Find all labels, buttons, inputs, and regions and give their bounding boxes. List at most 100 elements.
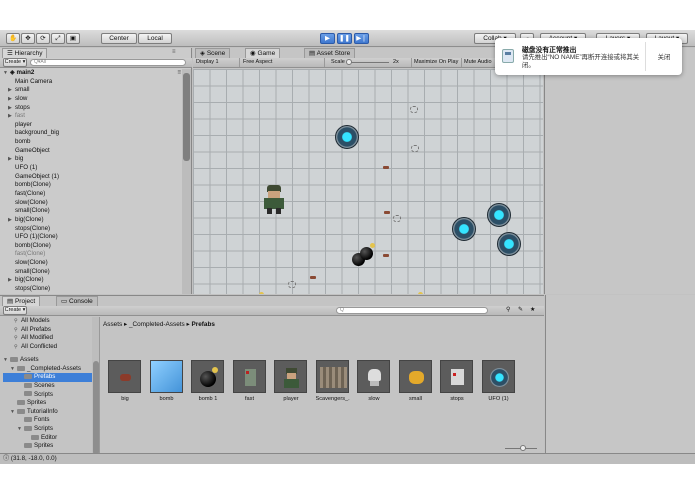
folder-item[interactable]: ▼ Assets	[3, 356, 95, 365]
hierarchy-item[interactable]: Main Camera	[3, 78, 181, 87]
hierarchy-item[interactable]: background_big	[3, 129, 181, 138]
folder-item[interactable]: ▼ Scripts	[3, 425, 95, 434]
thumbnail-size-slider[interactable]	[505, 445, 537, 451]
hierarchy-item[interactable]: ▶ big	[3, 155, 181, 164]
step-button[interactable]: ▶❘	[354, 33, 369, 44]
breadcrumb-assets[interactable]: Assets	[103, 321, 122, 328]
hierarchy-item[interactable]: ▶ small	[3, 86, 181, 95]
tab-project[interactable]: ▤ Project	[2, 296, 41, 306]
aspect-dropdown[interactable]: Free Aspect	[243, 58, 325, 67]
hierarchy-item[interactable]: UFO (1)	[3, 164, 181, 173]
tree-scrollbar-track[interactable]	[92, 317, 99, 454]
hierarchy-item[interactable]: ▶ big(Clone)	[3, 276, 181, 285]
hierarchy-item[interactable]: fast(Clone)	[3, 190, 181, 199]
folder-item[interactable]: Scripts	[3, 391, 95, 400]
tab-asset-store[interactable]: ▤ Asset Store	[304, 48, 356, 58]
folder-item[interactable]: Editor	[3, 434, 95, 443]
game-canvas[interactable]	[193, 69, 543, 294]
play-button[interactable]: ▶	[320, 33, 335, 44]
folder-item[interactable]: Sprites	[3, 442, 95, 451]
tab-hierarchy[interactable]: ☰ Hierarchy	[2, 48, 48, 58]
hierarchy-item[interactable]: fast(Clone)	[3, 250, 181, 259]
expand-arrow-icon[interactable]: ▼	[10, 365, 17, 374]
filter-type-icon[interactable]: ⚲	[506, 306, 510, 313]
maximize-on-play-toggle[interactable]: Maximize On Play	[411, 58, 461, 67]
project-create-button[interactable]: Create ▾	[3, 306, 27, 315]
hierarchy-scrollbar-thumb[interactable]	[183, 73, 190, 161]
hierarchy-item[interactable]: small(Clone)	[3, 207, 181, 216]
asset-item[interactable]: fast	[232, 360, 267, 402]
scale-slider[interactable]	[346, 59, 389, 65]
panel-menu-icon[interactable]: ≡	[172, 49, 176, 55]
expand-arrow-icon[interactable]: ▶	[8, 216, 15, 225]
asset-item[interactable]: big	[108, 360, 142, 402]
folder-item[interactable]: ▼ _Completed-Assets	[3, 365, 95, 374]
asset-item[interactable]: slow	[357, 360, 391, 402]
rotate-tool-icon[interactable]: ⟳	[36, 33, 50, 44]
expand-arrow-icon[interactable]: ▶	[8, 276, 15, 285]
asset-item[interactable]: UFO (1)	[481, 360, 516, 402]
favorite-item[interactable]: ⚲ All Conflicted	[14, 343, 98, 352]
asset-item[interactable]: small	[398, 360, 433, 402]
hand-tool-icon[interactable]: ✋	[6, 33, 20, 44]
folder-item[interactable]: ▼ TutorialInfo	[3, 408, 95, 417]
scene-row[interactable]: ▼ ◈ main2 ≡	[3, 69, 181, 78]
expand-arrow-icon[interactable]: ▼	[17, 425, 24, 434]
tree-scrollbar-thumb[interactable]	[93, 361, 99, 454]
favorite-star-icon[interactable]: ★	[530, 306, 535, 313]
favorite-item[interactable]: ⚲ All Modified	[14, 334, 98, 343]
move-tool-icon[interactable]: ✥	[21, 33, 35, 44]
folder-item[interactable]: Sprites	[3, 399, 95, 408]
favorite-item[interactable]: ⚲ All Prefabs	[14, 326, 98, 335]
expand-arrow-icon[interactable]: ▼	[3, 356, 10, 365]
rect-tool-icon[interactable]: ▣	[66, 33, 80, 44]
asset-item[interactable]: Scavengers_...	[315, 360, 350, 402]
hierarchy-item[interactable]: bomb	[3, 138, 181, 147]
display-dropdown[interactable]: Display 1	[196, 58, 240, 67]
expand-arrow-icon[interactable]: ▼	[10, 408, 17, 417]
hierarchy-search-input[interactable]: Q▾All	[30, 59, 186, 66]
tab-game[interactable]: ◉ Game	[245, 48, 281, 58]
hierarchy-item[interactable]: ▶ big(Clone)	[3, 216, 181, 225]
hierarchy-item[interactable]: player	[3, 121, 181, 130]
filter-label-icon[interactable]: ✎	[518, 306, 523, 313]
expand-arrow-icon[interactable]: ▶	[8, 86, 15, 95]
breadcrumb-completed-assets[interactable]: _Completed-Assets	[129, 321, 185, 328]
expand-arrow-icon[interactable]: ▶	[8, 95, 15, 104]
folder-item[interactable]: Prefabs	[3, 373, 95, 382]
favorite-item[interactable]: ⚲ All Models	[14, 317, 98, 326]
expand-arrow-icon[interactable]: ▶	[8, 155, 15, 164]
hierarchy-item[interactable]: stops(Clone)	[3, 225, 181, 234]
project-search-input[interactable]: Q	[336, 307, 488, 314]
hierarchy-item[interactable]: slow(Clone)	[3, 199, 181, 208]
thumbnail-size-handle[interactable]	[520, 445, 526, 451]
scale-slider-handle[interactable]	[346, 59, 352, 65]
hierarchy-item[interactable]: stops(Clone)	[3, 285, 181, 294]
breadcrumb-prefabs[interactable]: Prefabs	[191, 321, 214, 328]
disk-notification[interactable]: 磁盘没有正常推出 请先推出“NO NAME”再断开连接或将其关闭。 关闭	[495, 38, 682, 75]
hierarchy-item[interactable]: bomb(Clone)	[3, 242, 181, 251]
folder-item[interactable]: Fonts	[3, 416, 95, 425]
pivot-center-button[interactable]: Center	[101, 33, 137, 44]
hierarchy-item[interactable]: UFO (1)(Clone)	[3, 233, 181, 242]
hierarchy-item[interactable]: GameObject (1)	[3, 173, 181, 182]
hierarchy-create-button[interactable]: Create ▾	[3, 58, 27, 67]
asset-item[interactable]: stops	[440, 360, 474, 402]
notification-close-button[interactable]: 关闭	[646, 52, 682, 61]
tab-scene[interactable]: ◈ Scene	[195, 48, 231, 58]
pivot-local-button[interactable]: Local	[138, 33, 172, 44]
hierarchy-item[interactable]: ▶ slow	[3, 95, 181, 104]
asset-item[interactable]: player	[274, 360, 308, 402]
hierarchy-item[interactable]: GameObject	[3, 147, 181, 156]
expand-arrow-icon[interactable]: ▶	[8, 112, 15, 121]
tab-console[interactable]: ▭ Console	[56, 296, 98, 306]
hierarchy-item[interactable]: bomb(Clone)	[3, 181, 181, 190]
hierarchy-item[interactable]: slow(Clone)	[3, 259, 181, 268]
scale-tool-icon[interactable]: ⤢	[51, 33, 65, 44]
hierarchy-item[interactable]: ▶ fast	[3, 112, 181, 121]
hierarchy-item[interactable]: ▶ stops	[3, 104, 181, 113]
asset-item[interactable]: bomb 1	[191, 360, 225, 402]
hierarchy-scrollbar-track[interactable]	[182, 69, 191, 294]
pause-button[interactable]: ❚❚	[337, 33, 352, 44]
hierarchy-item[interactable]: small(Clone)	[3, 268, 181, 277]
